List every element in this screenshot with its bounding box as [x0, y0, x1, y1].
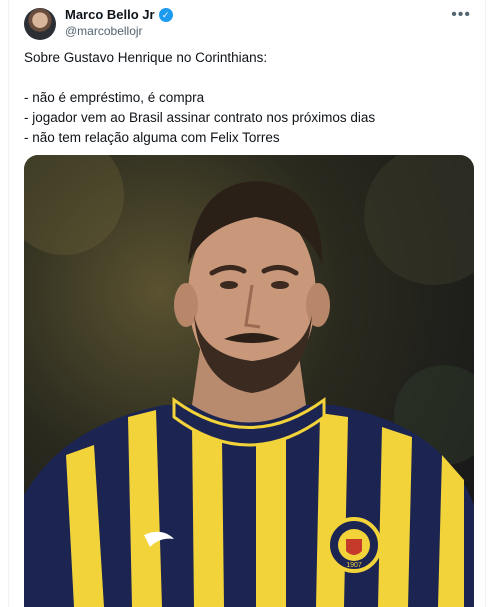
author-row: Marco Bello Jr ✓ [65, 7, 173, 22]
tweet-line: Sobre Gustavo Henrique no Corinthians: [24, 50, 268, 65]
tweet-line: - não tem relação alguma com Felix Torre… [24, 130, 280, 145]
tweet-card[interactable]: Marco Bello Jr ✓ @marcobellojr ••• Sobre… [8, 0, 486, 607]
tweet-text: Sobre Gustavo Henrique no Corinthians: -… [24, 48, 474, 148]
crest-year: 1907 [346, 562, 362, 569]
avatar[interactable] [24, 8, 56, 40]
author-name[interactable]: Marco Bello Jr [65, 7, 155, 22]
tweet-media-image[interactable]: 1907 [24, 155, 474, 607]
author-handle[interactable]: @marcobellojr [65, 24, 143, 38]
tweet-line: - não é empréstimo, é compra [24, 90, 205, 105]
player-photo: 1907 [24, 155, 474, 607]
verified-badge-icon: ✓ [158, 7, 173, 22]
tweet-line: - jogador vem ao Brasil assinar contrato… [24, 110, 376, 125]
more-options-icon[interactable]: ••• [451, 6, 471, 24]
